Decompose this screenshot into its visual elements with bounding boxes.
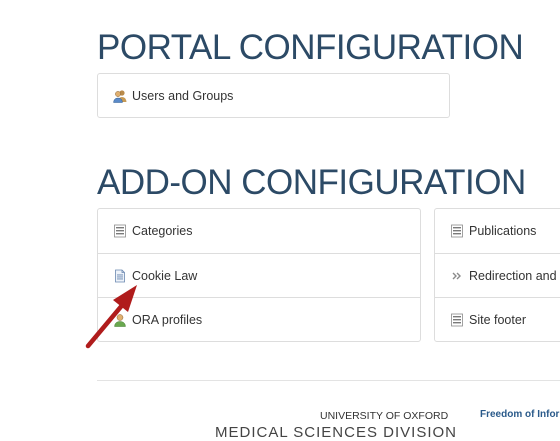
publications-label: Publications bbox=[469, 224, 537, 238]
site-footer-link[interactable]: Site footer bbox=[435, 297, 560, 341]
users-icon bbox=[113, 89, 127, 103]
redirection-label: Redirection and bbox=[469, 268, 557, 283]
footer-divider bbox=[97, 380, 560, 381]
addon-configuration-panel-left: Categories Cookie Law ORA profiles bbox=[97, 208, 421, 342]
cookie-law-link[interactable]: Cookie Law bbox=[98, 253, 420, 297]
users-and-groups-label: Users and Groups bbox=[132, 89, 234, 103]
list-icon bbox=[450, 313, 464, 327]
freedom-of-information-link[interactable]: Freedom of Infor bbox=[480, 409, 559, 420]
portal-configuration-heading: PORTAL CONFIGURATION bbox=[97, 28, 524, 67]
redirection-link[interactable]: Redirection and bbox=[435, 253, 560, 297]
footer-university-name: UNIVERSITY OF OXFORD bbox=[320, 410, 449, 422]
ora-profiles-link[interactable]: ORA profiles bbox=[98, 297, 420, 341]
document-icon bbox=[113, 269, 127, 283]
footer-division-name: MEDICAL SCIENCES DIVISION bbox=[215, 424, 457, 441]
portal-configuration-panel: Users and Groups bbox=[97, 73, 450, 118]
addon-configuration-heading: ADD-ON CONFIGURATION bbox=[97, 163, 526, 202]
cookie-law-label: Cookie Law bbox=[132, 268, 198, 283]
categories-link[interactable]: Categories bbox=[98, 209, 420, 253]
ora-profiles-label: ORA profiles bbox=[132, 312, 203, 327]
double-chevron-icon bbox=[450, 269, 464, 283]
users-and-groups-link[interactable]: Users and Groups bbox=[98, 74, 449, 117]
site-footer-label: Site footer bbox=[469, 312, 526, 327]
publications-link[interactable]: Publications bbox=[435, 209, 560, 253]
list-icon bbox=[450, 224, 464, 238]
categories-label: Categories bbox=[132, 224, 193, 238]
list-icon bbox=[113, 224, 127, 238]
addon-configuration-panel-right: Publications Redirection and Site footer bbox=[434, 208, 560, 342]
user-icon bbox=[113, 313, 127, 327]
